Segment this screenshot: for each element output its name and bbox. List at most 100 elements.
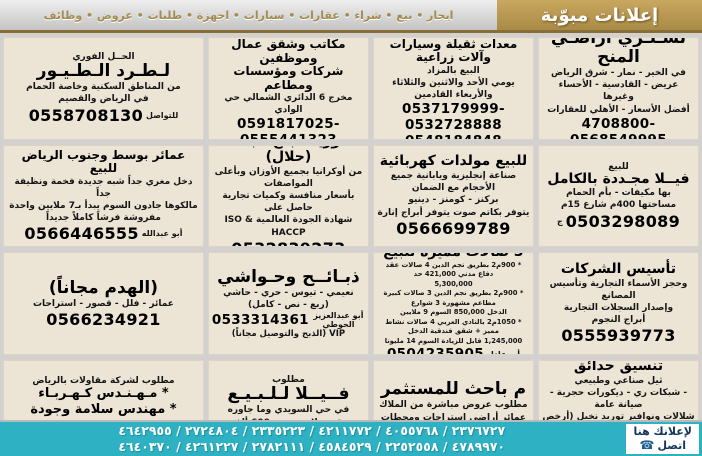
ad-line: يومي الأحد والاثنين والثلاثاء والأربعاء … <box>392 77 515 100</box>
ad-phone-row: للتواصل 0558708130 <box>29 106 179 125</box>
ad-title: تنسيق حدائق <box>573 360 664 374</box>
advertise-here-label: لإعلانك هنا <box>633 424 692 438</box>
ad-phone: 0566446555 <box>24 224 139 244</box>
page-header: إعلانات مبوّبة ايجار • بيع • شراء • عقار… <box>0 0 702 33</box>
ad-line: أفضل الأسعار - الأهلي للعقارات <box>547 104 690 115</box>
footer-phone-numbers: ٢٣٧٦٧٢٧ / ٤٠٥٥٧٦٨ / ٤٢١١٧٧٢ / ٢٣٣٥٢٢٣ / … <box>0 422 623 456</box>
job-item: * مهندس سلامة وجودة <box>30 402 177 418</box>
ad-phone-row: أبو عبدالله 0566446555 <box>24 224 182 243</box>
ad-kicker: مطلوب لشركة مقاولات بالرياض <box>32 376 175 387</box>
footer-phones-row-2: ٤٧٨٩٩٧٠ / ٢٢٥٢٥٥٨ / ٤٥٨٤٥٢٩ / ٢٧٨٢١١١ / … <box>118 439 506 454</box>
ads-column-1: نشـتـري أراضـي المنح في الخير - نمار - ش… <box>537 37 699 456</box>
footer-phones-row-1: ٢٣٧٦٧٢٧ / ٤٠٥٥٧٦٨ / ٤٢١١٧٧٢ / ٢٣٣٥٢٢٣ / … <box>118 422 506 438</box>
ad-phone-2: 0548184848 <box>405 133 502 139</box>
ad-phone-row: 0503298089 ج <box>557 212 680 231</box>
ad-line: بركنز - كومنز - دينيو <box>408 195 499 206</box>
ad-phone: 0558708130 <box>28 105 144 125</box>
ad-free-demolition: (الهدم مجاناً) عمائر - فلل - قصور - استر… <box>3 252 204 356</box>
ad-phone: 0504235905 <box>386 346 484 356</box>
ad-buildings-sale: عمائر بوسط وجنوب الرياض للبيع دخل مغري ج… <box>3 144 204 248</box>
ad-phone: 0591817025-0555441323 <box>237 116 340 138</box>
ad-title: مكاتب وشقق عمال وموظفين <box>231 37 346 65</box>
category-tags: ايجار • بيع • شراء • عقارات • سيارات • ا… <box>43 8 454 22</box>
masthead-logo: إعلانات مبوّبة <box>497 0 702 30</box>
ad-line: مالكوها جادون السوم يبدأ بـ7 ملايين واحد… <box>9 201 198 212</box>
ad-line: مخرج 6 الدائري الشمالي حي الوادي <box>224 93 353 116</box>
contact-name: أبو عبدالعزيز الحوطي <box>313 311 364 330</box>
classifieds-page: إعلانات مبوّبة ايجار • بيع • شراء • عقار… <box>0 0 702 456</box>
ad-line: من المناطق السكنية وخاصة الحمام <box>26 82 181 93</box>
ad-title: نشـتـري أراضـي المنح <box>550 37 687 68</box>
ad-line: 1,245,000 قابل للزيادة السوم 14 مليونا <box>384 336 523 345</box>
ad-line: الدخل 850,000 السوم 9 ملايين <box>400 308 507 317</box>
ad-generators: للبيع مولدات كهربائية صناعة إنجليزية ويا… <box>372 144 534 248</box>
ad-title-2: شركات ومؤسسات ومطاعم <box>233 64 344 92</box>
ad-line: * 900م2 بطريق نجم الدين 3 صالات كبيرة مط… <box>383 289 524 307</box>
contact-label: للتواصل <box>146 110 179 120</box>
ad-line: * 900م2 بطريق نجم الدين 4 صالات عقد دفاع… <box>385 260 522 279</box>
ad-line: يتوفر بكاتم صوت يتوفر أبراج إنارة <box>377 207 530 218</box>
ad-title: توريد دجاج مجمد (حلال) <box>231 146 345 166</box>
ad-frozen-chicken: توريد دجاج مجمد (حلال) من أوكرانيا بجميع… <box>207 144 369 248</box>
ad-buy-grant-lands: نشـتـري أراضـي المنح في الخير - نمار - ش… <box>537 37 699 140</box>
advertise-here-box: لإعلانك هنا اتصل ☎ <box>626 424 699 454</box>
ad-title: تأسيس الشركات <box>560 261 677 278</box>
ad-title: فــيــلا لـلـبـيـع <box>227 384 350 405</box>
ad-title: معدات ثقيلة وسيارات وآلات زراعية <box>389 37 518 65</box>
ad-line: عريض - القادسية - الأحساء وغيرها <box>558 80 679 103</box>
ad-line: نعيمي - تيوس - حري - حاشي <box>223 288 354 299</box>
ad-phone: 4708800-0568549995 <box>570 115 667 140</box>
ad-phone: 0532839273 <box>231 239 345 247</box>
contact-name: أبو عادل <box>486 349 520 356</box>
ad-bird-repelling: الحــل الفوري لـطـرد الـطـيـور من المناط… <box>3 37 204 140</box>
ad-title: عمائر بوسط وجنوب الرياض للبيع <box>21 147 186 176</box>
ads-grid: نشـتـري أراضـي المنح في الخير - نمار - ش… <box>3 37 699 456</box>
ad-phone-row: أبو عبدالعزيز الحوطي 0533314361 <box>212 311 365 329</box>
ad-livestock: ذبـائــح وحـواشي نعيمي - تيوس - حري - حا… <box>207 252 369 356</box>
mobile-abbrev: ج <box>556 216 563 226</box>
ad-title: 3 صالات مميزة للبيع <box>383 253 523 260</box>
ad-line: وإصدار السجلات التجارية <box>563 303 674 314</box>
ad-line: - شبكات ري - ديكورات حجرية - صيانة عامة <box>549 387 688 410</box>
ad-title: م باحث للمستثمر <box>380 379 527 400</box>
ad-three-halls-sale: 3 صالات مميزة للبيع * 900م2 بطريق نجم ال… <box>372 252 534 356</box>
ads-column-2: ببريدة - للبيع معدات ثقيلة وسيارات وآلات… <box>372 37 534 456</box>
job-item: * مـهـنـدس كـهـربـاء <box>38 386 169 402</box>
ad-phone-row: أبو عادل 0504235905 <box>386 346 520 356</box>
ad-phone: 0555939773 <box>561 326 676 346</box>
ad-company-formation: تأسيس الشركات وحجز الأسماء التجارية وتأس… <box>537 252 699 356</box>
ad-line: في حي السويدي وما جاوره <box>227 405 350 416</box>
call-label: اتصل <box>657 439 686 452</box>
contact-footer: لإعلانك هنا اتصل ☎ ٢٣٧٦٧٢٧ / ٤٠٥٥٧٦٨ / ٤… <box>0 420 702 456</box>
ad-line: البيع بالمزاد <box>427 65 480 76</box>
ad-line: 5,300,000 <box>434 279 473 288</box>
ad-line: بأسعار منافسة وكميات تجارية حاصل على <box>222 191 355 214</box>
ad-title: ذبـائــح وحـواشي <box>217 267 360 288</box>
ad-phone: 0503298089 <box>565 211 681 231</box>
ads-column-3: للإيجار مكاتب وشقق عمال وموظفين شركات وم… <box>207 37 369 456</box>
ad-line: شهادة الجودة العالمية ISO & HACCP <box>224 215 353 238</box>
ad-phone: 0566699789 <box>396 218 511 238</box>
ad-line: في الخير - نمار - شرق الرياض <box>551 68 686 79</box>
ad-phone: 0537179999-0532728888 <box>402 101 505 134</box>
call-row: اتصل ☎ <box>639 438 686 453</box>
ads-column-4: الحــل الفوري لـطـرد الـطـيـور من المناط… <box>3 37 204 456</box>
ad-line: عمائر - فلل - قصور - استراحات <box>33 298 174 309</box>
ad-line: * 1050م2 بالنادي العربي 4 صالات نشاط ممي… <box>385 317 522 336</box>
ad-line: في الرياض والقصيم <box>58 94 149 105</box>
ad-title: (الهدم مجاناً) <box>48 277 159 298</box>
phone-icon: ☎ <box>639 438 655 453</box>
ad-phone: 0566234921 <box>46 309 161 329</box>
ad-line: وحجز الأسماء التجارية وتأسيس المصانع <box>549 278 688 301</box>
contact-name: أبو عبدالله <box>141 229 183 239</box>
ad-line: دخل مغري جداً شبه جديدة فخمة ونظيفة جداً <box>14 176 193 199</box>
ad-line: من أوكرانيا بجميع الأوزان وبأعلى المواصف… <box>214 166 363 189</box>
ad-note: VIP (الذبح والتوصيل مجاناً) <box>231 329 346 340</box>
ad-line: (ربع - نص - كامل) <box>248 300 329 311</box>
ad-heavy-equipment-auction: ببريدة - للبيع معدات ثقيلة وسيارات وآلات… <box>372 37 534 140</box>
ad-line: مفروشة فرشاً كاملاً جديداً <box>45 213 161 224</box>
ad-title: فيــلا مجـددة بالكامل <box>547 170 690 187</box>
ad-title: للبيع مولدات كهربائية <box>379 153 528 170</box>
ad-offices-rent: للإيجار مكاتب وشقق عمال وموظفين شركات وم… <box>207 37 369 140</box>
ad-line: أبراج النجوم <box>591 315 646 326</box>
